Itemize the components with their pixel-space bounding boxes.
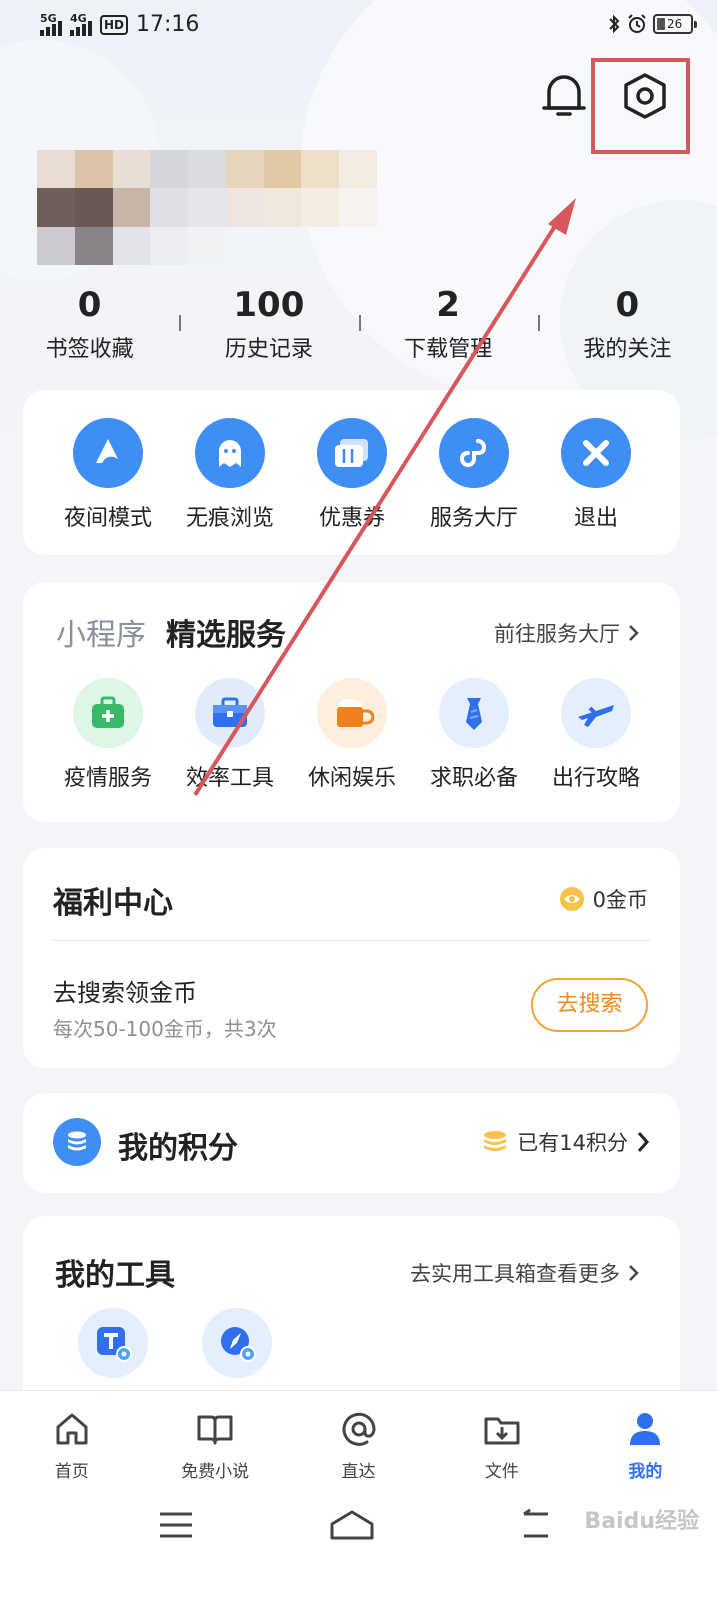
tools-more-link[interactable]: 去实用工具箱查看更多: [410, 1258, 640, 1288]
service-job[interactable]: 求职必备: [413, 678, 535, 792]
stat-following[interactable]: 0 我的关注: [537, 285, 717, 365]
toolbox-icon: [195, 678, 265, 748]
points-summary[interactable]: 已有14积分: [481, 1127, 650, 1157]
stat-bookmarks[interactable]: 0 书签收藏: [0, 285, 179, 365]
service-epidemic[interactable]: 疫情服务: [47, 678, 169, 792]
plane-icon: [561, 678, 631, 748]
nav-mine[interactable]: 我的: [574, 1391, 717, 1490]
divider: [53, 940, 650, 941]
go-service-hall-link[interactable]: 前往服务大厅: [494, 618, 640, 648]
services-card: 小程序 精选服务 前往服务大厅 疫情服务 效率工具 休闲娱乐 求职必备 出行攻略: [23, 582, 680, 822]
link-icon: [439, 418, 509, 488]
book-icon: [197, 1415, 233, 1445]
stat-history[interactable]: 100 历史记录: [179, 285, 358, 365]
tools-title: 我的工具: [55, 1258, 175, 1293]
user-icon: [630, 1413, 661, 1445]
points-title: 我的积分: [118, 1131, 238, 1166]
signal-4g-icon: 4G: [70, 12, 92, 36]
clock: 17:16: [136, 12, 200, 37]
home-gesture-icon[interactable]: [328, 1508, 376, 1542]
medical-kit-icon: [73, 678, 143, 748]
points-card[interactable]: 我的积分 已有14积分: [23, 1093, 680, 1193]
nav-home[interactable]: 首页: [0, 1391, 143, 1490]
signal-5g-icon: 5G: [40, 12, 62, 36]
service-efficiency-tools[interactable]: 效率工具: [169, 678, 291, 792]
quick-actions-card: 夜间模式 无痕浏览 优惠券 服务大厅 退出: [23, 390, 680, 555]
nav-files[interactable]: 文件: [430, 1391, 573, 1490]
compass-tool-icon[interactable]: [202, 1308, 272, 1378]
coupon-icon: [317, 418, 387, 488]
quick-action-coupon[interactable]: 优惠券: [291, 418, 413, 532]
status-bar: 5G 4G HD 17:16 26: [0, 0, 717, 52]
service-leisure[interactable]: 休闲娱乐: [291, 678, 413, 792]
alarm-icon: [628, 14, 646, 33]
welfare-card: 福利中心 0金币 去搜索领金币 每次50-100金币，共3次 去搜索: [23, 848, 680, 1068]
tab-mini-programs[interactable]: 小程序: [56, 610, 146, 654]
home-icon: [56, 1413, 88, 1445]
coin-stack-icon: [484, 1131, 507, 1151]
night-mode-icon: [73, 418, 143, 488]
chevron-right-icon: [629, 625, 639, 641]
avatar-mosaic: [37, 150, 377, 265]
task-title: 去搜索领金币: [53, 979, 197, 1007]
tools-card: 我的工具 去实用工具箱查看更多: [23, 1216, 680, 1416]
nav-direct[interactable]: 直达: [287, 1391, 430, 1490]
quick-action-exit[interactable]: 退出: [535, 418, 657, 532]
tie-icon: [439, 678, 509, 748]
welfare-title: 福利中心: [53, 886, 173, 921]
text-recognition-tool-icon[interactable]: [78, 1308, 148, 1378]
close-icon: [561, 418, 631, 488]
stat-downloads[interactable]: 2 下载管理: [358, 285, 538, 365]
hd-voice-icon: HD: [100, 14, 129, 35]
menu-icon[interactable]: [158, 1510, 194, 1540]
go-search-button[interactable]: 去搜索: [531, 978, 648, 1032]
ghost-icon: [195, 418, 265, 488]
bottom-navigation: 首页 免费小说 直达 文件 我的: [0, 1390, 717, 1490]
cup-icon: [317, 678, 387, 748]
coin-icon: [559, 887, 584, 911]
task-subtitle: 每次50-100金币，共3次: [53, 1017, 277, 1041]
bluetooth-icon: [609, 14, 620, 34]
tab-featured-services[interactable]: 精选服务: [166, 610, 286, 654]
quick-action-night-mode[interactable]: 夜间模式: [47, 418, 169, 532]
quick-action-service-hall[interactable]: 服务大厅: [413, 418, 535, 532]
bell-icon[interactable]: [541, 70, 587, 120]
stats-row: 0 书签收藏 100 历史记录 2 下载管理 0 我的关注: [0, 285, 717, 365]
at-icon: [342, 1412, 376, 1446]
service-travel[interactable]: 出行攻略: [535, 678, 657, 792]
battery-icon: 26: [653, 14, 697, 34]
nav-free-novels[interactable]: 免费小说: [143, 1391, 286, 1490]
annotation-highlight-box: [591, 58, 690, 154]
chevron-right-icon: [637, 1132, 650, 1152]
chevron-right-icon: [629, 1265, 639, 1281]
folder-download-icon: [484, 1417, 520, 1445]
coin-balance[interactable]: 0金币: [559, 884, 648, 914]
points-database-icon: [53, 1118, 101, 1166]
quick-action-incognito[interactable]: 无痕浏览: [169, 418, 291, 532]
back-icon[interactable]: [518, 1508, 554, 1542]
baidu-watermark: Baidu经验: [584, 1509, 699, 1534]
